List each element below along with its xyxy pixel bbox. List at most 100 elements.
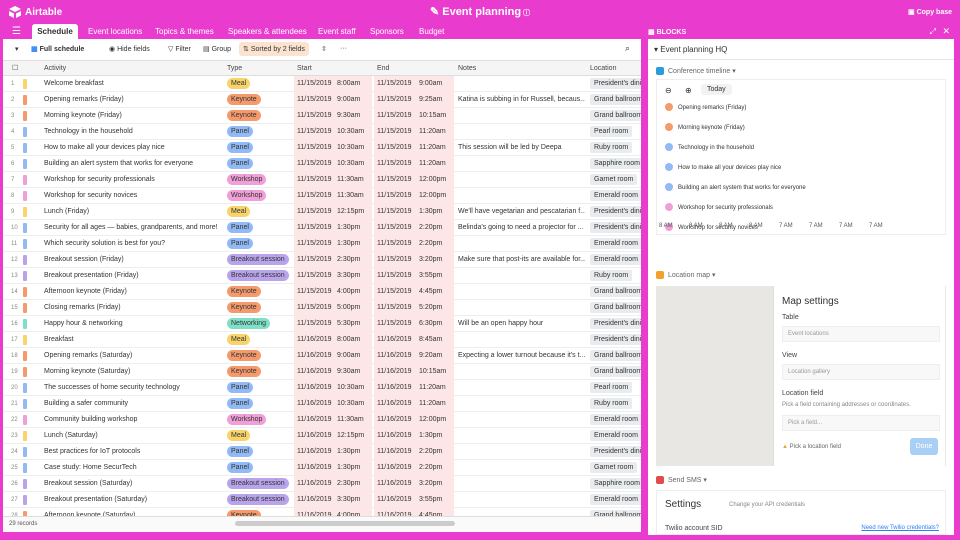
cell-end-date[interactable]: 11/15/2019 [374,156,416,172]
table-row[interactable]: 16 Happy hour & networking Networking 11/15… [3,316,641,332]
cell-start-time[interactable]: 11:30am [334,188,372,204]
close-icon[interactable]: ✕ [942,26,950,37]
cell-start-time[interactable]: 9:00am [334,348,372,364]
cell-activity[interactable]: Workshop for security professionals [41,172,221,188]
cell-location[interactable]: Grand ballroom [587,284,641,300]
fullscreen-icon[interactable]: ⤢ [930,27,936,37]
cell-end-time[interactable]: 9:20am [416,348,454,364]
cell-activity[interactable]: Lunch (Friday) [41,204,221,220]
cell-notes[interactable] [455,364,585,380]
cell-type[interactable]: Keynote [224,348,292,364]
cell-end-date[interactable]: 11/15/2019 [374,76,416,92]
cell-location[interactable]: Ruby room [587,396,641,412]
cell-type[interactable]: Meal [224,332,292,348]
search-icon[interactable]: ⌕ [625,43,630,54]
cell-start-date[interactable]: 11/16/2019 [294,412,334,428]
cell-type[interactable]: Panel [224,460,292,476]
menu-icon[interactable]: ☰ [12,24,21,39]
cell-start-date[interactable]: 11/15/2019 [294,156,334,172]
cell-location[interactable]: Emerald room [587,236,641,252]
cell-start-time[interactable]: 1:30pm [334,444,372,460]
cell-notes[interactable]: Belinda's going to need a projector for … [455,220,585,236]
cell-notes[interactable] [455,492,585,508]
table-row[interactable]: 4 Technology in the household Panel 11/15/2… [3,124,641,140]
cell-end-time[interactable]: 11:20am [416,156,454,172]
cell-end-time[interactable]: 3:55pm [416,268,454,284]
cell-start-date[interactable]: 11/16/2019 [294,476,334,492]
table-row[interactable]: 27 Breakout presentation (Saturday) Breako… [3,492,641,508]
table-row[interactable]: 22 Community building workshop Workshop 11/… [3,412,641,428]
cell-location[interactable]: President's dinin [587,332,641,348]
cell-start-time[interactable]: 4:00pm [334,284,372,300]
cell-start-date[interactable]: 11/16/2019 [294,332,334,348]
location-field-select[interactable]: Pick a field... [782,415,940,431]
cell-type[interactable]: Meal [224,76,292,92]
cell-location[interactable]: Garnet room [587,172,641,188]
cell-start-time[interactable]: 3:30pm [334,492,372,508]
cell-type[interactable]: Workshop [224,412,292,428]
column-header-end[interactable]: End [374,61,454,76]
cell-activity[interactable]: Breakout presentation (Friday) [41,268,221,284]
twilio-credentials-link[interactable]: Need new Twilio credentials? [861,525,939,531]
cell-start-date[interactable]: 11/16/2019 [294,396,334,412]
cell-type[interactable]: Keynote [224,300,292,316]
cell-location[interactable]: President's dinin [587,204,641,220]
today-button[interactable]: Today [701,84,732,95]
cell-start-time[interactable]: 11:30am [334,172,372,188]
cell-activity[interactable]: Breakfast [41,332,221,348]
column-header-notes[interactable]: Notes [455,61,585,76]
zoom-in-icon[interactable]: ⊕ [685,86,692,95]
cell-end-time[interactable]: 4:45pm [416,508,454,516]
cell-end-time[interactable]: 12:00pm [416,188,454,204]
cell-activity[interactable]: Closing remarks (Friday) [41,300,221,316]
cell-end-date[interactable]: 11/15/2019 [374,188,416,204]
cell-end-date[interactable]: 11/15/2019 [374,268,416,284]
cell-activity[interactable]: Workshop for security novices [41,188,221,204]
cell-activity[interactable]: Breakout session (Friday) [41,252,221,268]
cell-start-time[interactable]: 5:00pm [334,300,372,316]
tab-budget[interactable]: Budget [419,24,444,39]
timeline-item[interactable]: Technology in the household [665,142,754,154]
cell-end-time[interactable]: 1:30pm [416,428,454,444]
horizontal-scrollbar[interactable] [235,521,455,526]
cell-end-date[interactable]: 11/15/2019 [374,124,416,140]
timeline-block-title[interactable]: Conference timeline ▾ [668,67,736,75]
dashboard-switcher[interactable]: ▾ Event planning HQ [654,45,727,54]
cell-notes[interactable]: We'll have vegetarian and pescatarian f.… [455,204,585,220]
cell-start-time[interactable]: 9:00am [334,92,372,108]
cell-start-date[interactable]: 11/15/2019 [294,140,334,156]
cell-end-time[interactable]: 10:15am [416,108,454,124]
cell-location[interactable]: Emerald room [587,492,641,508]
cell-activity[interactable]: Afternoon keynote (Saturday) [41,508,221,516]
group-button[interactable]: ▤ Group [203,45,231,53]
table-row[interactable]: 18 Opening remarks (Saturday) Keynote 11/16… [3,348,641,364]
cell-start-time[interactable]: 9:30am [334,364,372,380]
cell-location[interactable]: Garnet room [587,460,641,476]
cell-end-date[interactable]: 11/15/2019 [374,300,416,316]
cell-start-date[interactable]: 11/15/2019 [294,220,334,236]
cell-end-time[interactable]: 2:20pm [416,220,454,236]
table-row[interactable]: 9 Lunch (Friday) Meal 11/15/2019 12:15pm 11/1… [3,204,641,220]
cell-activity[interactable]: Afternoon keynote (Friday) [41,284,221,300]
cell-activity[interactable]: Happy hour & networking [41,316,221,332]
cell-notes[interactable]: Will be an open happy hour [455,316,585,332]
table-row[interactable]: 20 The successes of home security technol… [3,380,641,396]
cell-start-date[interactable]: 11/16/2019 [294,428,334,444]
cell-start-date[interactable]: 11/15/2019 [294,76,334,92]
cell-start-date[interactable]: 11/15/2019 [294,268,334,284]
cell-activity[interactable]: Community building workshop [41,412,221,428]
cell-type[interactable]: Panel [224,444,292,460]
cell-end-date[interactable]: 11/16/2019 [374,460,416,476]
cell-activity[interactable]: Opening remarks (Friday) [41,92,221,108]
cell-start-date[interactable]: 11/16/2019 [294,348,334,364]
cell-end-date[interactable]: 11/15/2019 [374,92,416,108]
cell-notes[interactable] [455,76,585,92]
cell-type[interactable]: Networking [224,316,292,332]
cell-location[interactable]: Sapphire room [587,156,641,172]
table-row[interactable]: 10 Security for all ages — babies, grandp… [3,220,641,236]
tab-event-staff[interactable]: Event staff [318,24,356,39]
cell-end-date[interactable]: 11/15/2019 [374,108,416,124]
cell-start-date[interactable]: 11/15/2019 [294,124,334,140]
copy-base-button[interactable]: ▣ Copy base [908,8,952,16]
cell-location[interactable]: Grand ballroom [587,108,641,124]
